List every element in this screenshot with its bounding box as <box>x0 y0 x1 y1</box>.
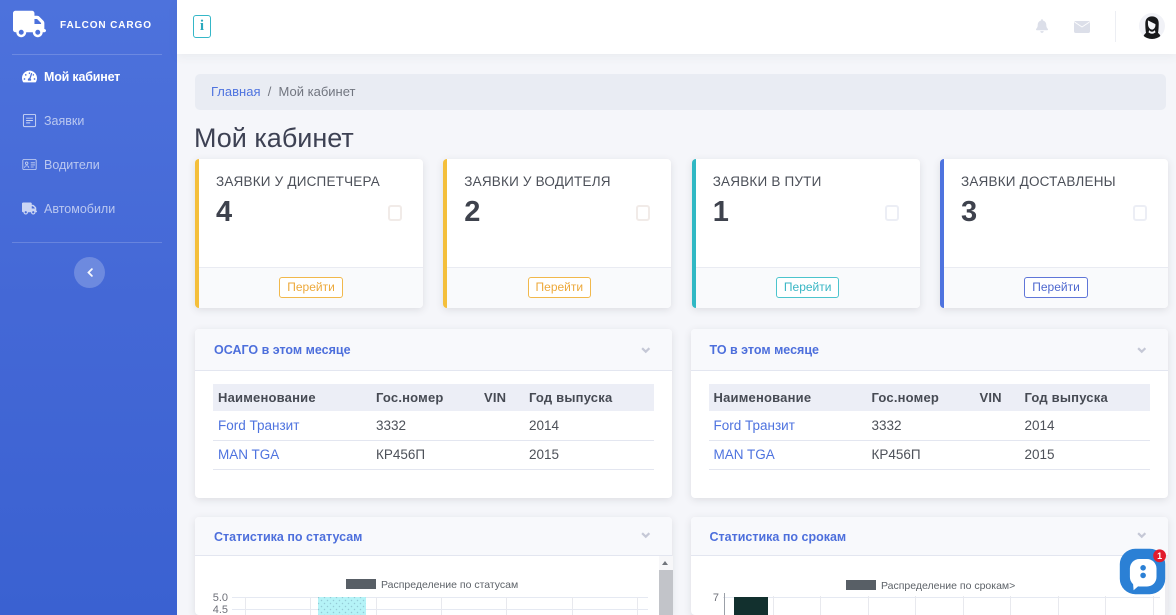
svg-text:1: 1 <box>1157 550 1162 560</box>
